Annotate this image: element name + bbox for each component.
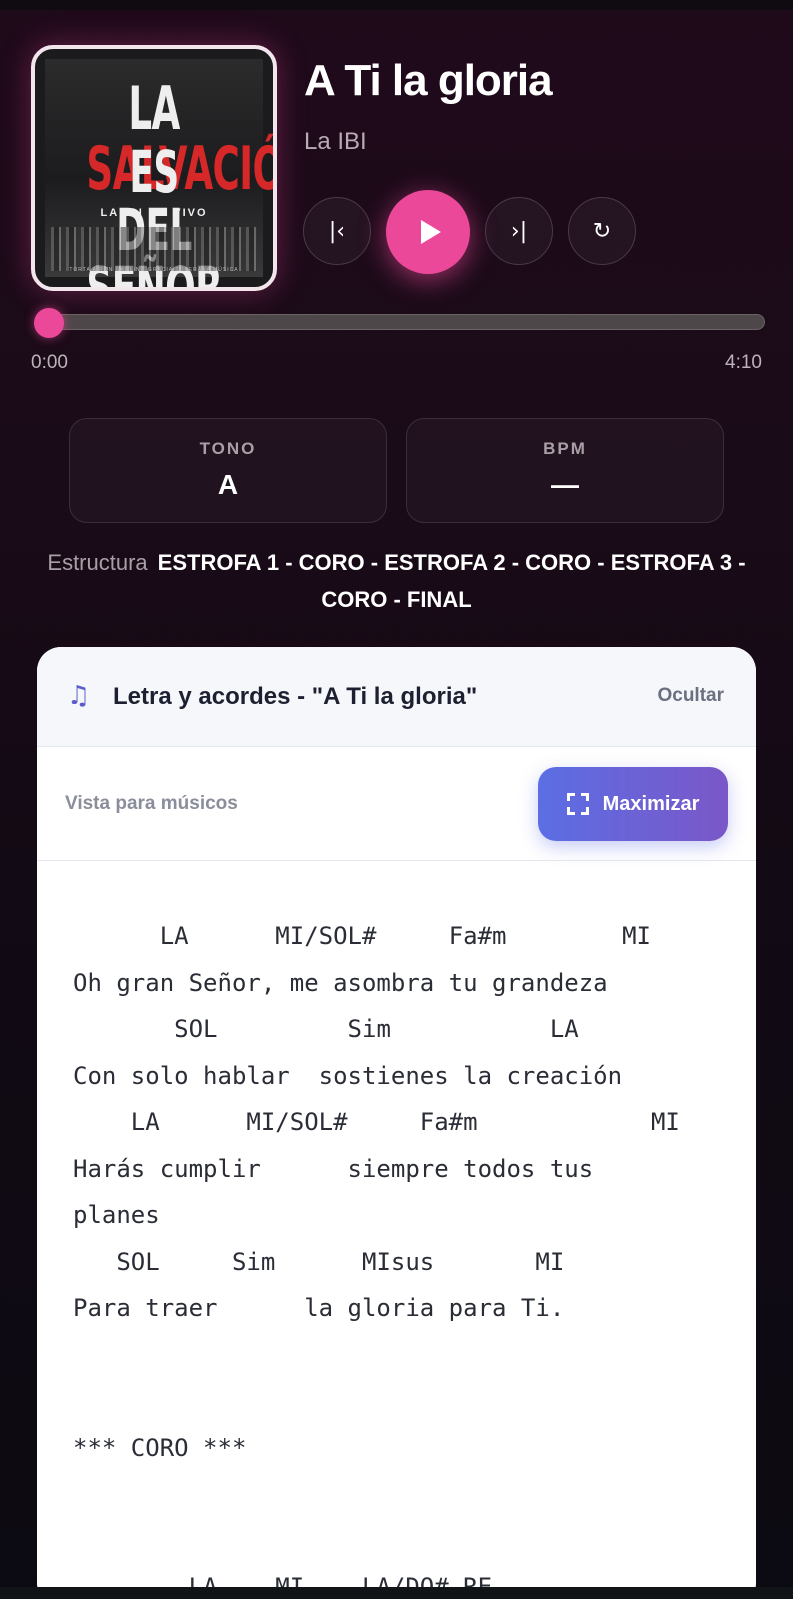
bpm-value: — bbox=[551, 469, 579, 500]
next-button[interactable]: ›| bbox=[485, 197, 553, 265]
repeat-icon: ↻ bbox=[592, 218, 612, 244]
status-bar bbox=[0, 0, 793, 10]
skip-back-icon: |‹ bbox=[328, 218, 346, 244]
total-time: 4:10 bbox=[725, 352, 762, 373]
maximize-button[interactable]: Maximizar bbox=[538, 767, 728, 841]
album-subtitle: LA IBI EN VIVO bbox=[100, 207, 208, 219]
play-button[interactable] bbox=[386, 190, 470, 274]
fullscreen-icon bbox=[566, 793, 589, 815]
lyrics-card-header: ♫ Letra y acordes - "A Ti la gloria" Ocu… bbox=[37, 647, 756, 747]
key-box: TONO A bbox=[69, 418, 387, 523]
structure-label: Estructura bbox=[47, 550, 148, 575]
structure-value: ESTROFA 1 - CORO - ESTROFA 2 - CORO - ES… bbox=[157, 550, 746, 612]
progress-handle[interactable] bbox=[34, 308, 64, 338]
play-icon bbox=[420, 220, 441, 244]
hide-button[interactable]: Ocultar bbox=[657, 685, 724, 707]
previous-button[interactable]: |‹ bbox=[303, 197, 371, 265]
music-note-icon: ♫ bbox=[67, 681, 91, 711]
repeat-button[interactable]: ↻ bbox=[568, 197, 636, 265]
view-mode-label: Vista para músicos bbox=[65, 793, 238, 814]
key-value: A bbox=[217, 469, 239, 500]
current-time: 0:00 bbox=[31, 352, 68, 373]
lyrics-chords-text: LA MI/SOL# Fa#m MI Oh gran Señor, me aso… bbox=[73, 922, 680, 1599]
lyrics-card-title: Letra y acordes - "A Ti la gloria" bbox=[113, 683, 478, 710]
artist-name: La IBI bbox=[304, 128, 367, 155]
album-photo bbox=[51, 227, 257, 271]
lyrics-card: ♫ Letra y acordes - "A Ti la gloria" Ocu… bbox=[37, 647, 756, 1599]
key-label: TONO bbox=[199, 439, 257, 458]
navigation-bar bbox=[0, 1587, 793, 1599]
maximize-label: Maximizar bbox=[602, 792, 700, 815]
song-structure: Estructura ESTROFA 1 - CORO - ESTROFA 2 -… bbox=[30, 544, 763, 618]
progress-bar[interactable] bbox=[34, 308, 765, 338]
skip-forward-icon: ›| bbox=[510, 218, 528, 244]
bpm-label: BPM bbox=[543, 439, 587, 458]
album-cover: LA SALVACIÓN ES DEL SEÑOR LA IBI EN VIVO… bbox=[31, 45, 277, 291]
song-title: A Ti la gloria bbox=[304, 56, 553, 105]
album-credits: TORTA A RON GAGLIN · GRACIA SOBERANA MÚS… bbox=[69, 267, 239, 273]
bpm-box: BPM — bbox=[406, 418, 724, 523]
